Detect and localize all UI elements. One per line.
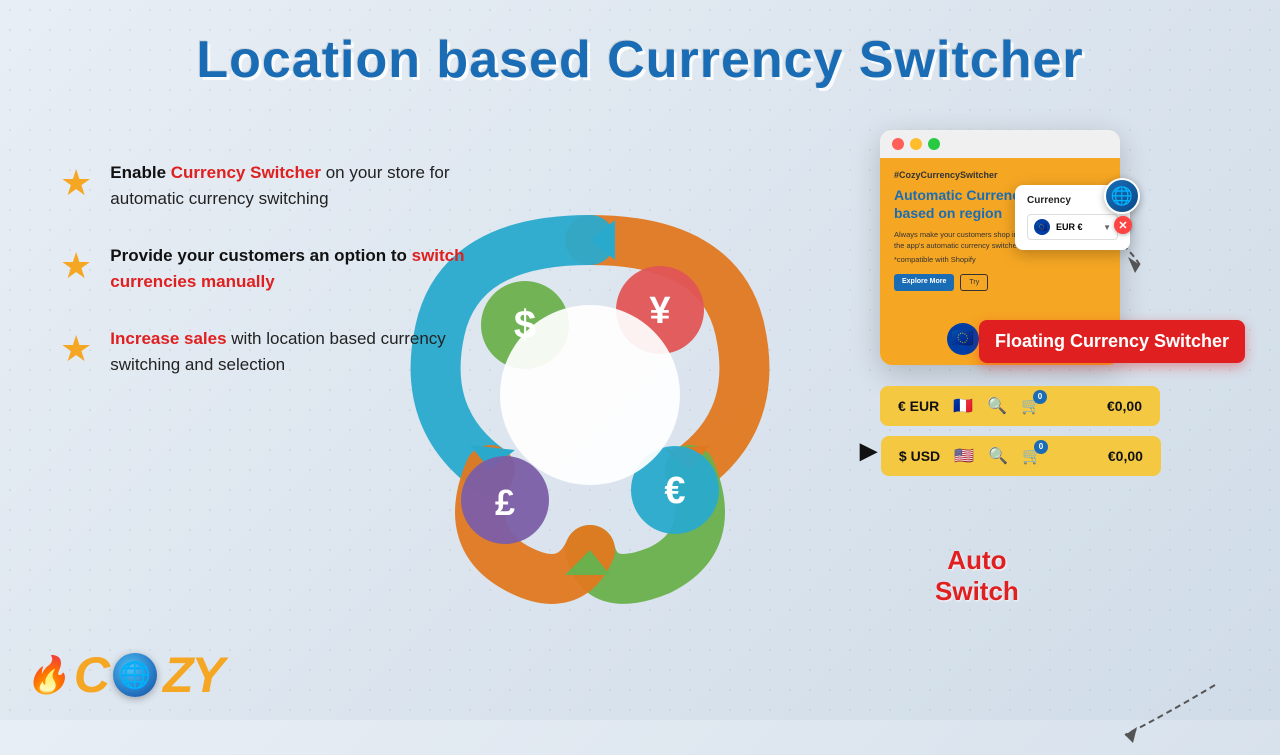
usd-currency-text: $ USD bbox=[899, 448, 940, 464]
right-panel: #CozyCurrencySwitcher Automatic Currency… bbox=[850, 130, 1250, 476]
price-eur: €0,00 bbox=[1107, 398, 1142, 414]
feature-item-3: ★ Increase sales with location based cur… bbox=[60, 326, 490, 377]
feature-highlight-3: Increase sales bbox=[110, 329, 226, 348]
chevron-down-icon: ▼ bbox=[1103, 223, 1111, 232]
eur-currency-bar: € EUR 🇫🇷 🔍 🛒 0 €0,00 bbox=[880, 386, 1160, 426]
feature-text-1: Enable Currency Switcher on your store f… bbox=[110, 160, 490, 211]
browser-dot-green bbox=[928, 138, 940, 150]
logo-text-c: C bbox=[74, 650, 107, 700]
cart-badge-num-eur: 0 bbox=[1033, 390, 1047, 404]
feature-highlight-1: Currency Switcher bbox=[171, 163, 321, 182]
logo-text-zy: ZY bbox=[163, 650, 223, 700]
flag-icon-eur-bar: 🇫🇷 bbox=[953, 396, 973, 416]
currency-select-row[interactable]: 🇪🇺 EUR € ▼ bbox=[1027, 214, 1118, 240]
svg-text:¥: ¥ bbox=[649, 290, 670, 332]
feature-bold-2: Provide your customers an option to bbox=[110, 246, 411, 265]
currency-select-text: EUR € bbox=[1056, 222, 1097, 232]
browser-titlebar bbox=[880, 130, 1120, 158]
usd-currency-bar: $ USD 🇺🇸 🔍 🛒 0 €0,00 bbox=[881, 436, 1161, 476]
feature-bold-1: Enable bbox=[110, 163, 170, 182]
search-icon-usd-bar[interactable]: 🔍 bbox=[988, 446, 1008, 466]
feature-item-1: ★ Enable Currency Switcher on your store… bbox=[60, 160, 490, 211]
cart-badge-usd[interactable]: 🛒 0 bbox=[1022, 446, 1042, 466]
try-button[interactable]: Try bbox=[960, 274, 988, 291]
cart-badge-eur[interactable]: 🛒 0 bbox=[1021, 396, 1041, 416]
globe-icon: 🌐 bbox=[1104, 178, 1140, 214]
search-icon-eur-bar[interactable]: 🔍 bbox=[987, 396, 1007, 416]
browser-hashtag: #CozyCurrencySwitcher bbox=[894, 170, 1106, 180]
floating-currency-switcher-label: Floating Currency Switcher bbox=[979, 320, 1245, 363]
arrow-pointer-icon: ▶ bbox=[860, 438, 877, 464]
svg-text:€: € bbox=[664, 470, 685, 512]
explore-more-button[interactable]: Explore More bbox=[894, 274, 954, 291]
cart-badge-num-usd: 0 bbox=[1034, 440, 1048, 454]
browser-dot-yellow bbox=[910, 138, 922, 150]
logo-globe-icon: 🌐 bbox=[113, 653, 157, 697]
feature-text-3: Increase sales with location based curre… bbox=[110, 326, 490, 377]
eu-flag: 🇪🇺 bbox=[947, 323, 979, 355]
star-icon-2: ★ bbox=[60, 245, 92, 287]
flag-icon-usd-bar: 🇺🇸 bbox=[954, 446, 974, 466]
feature-item-2: ★ Provide your customers an option to sw… bbox=[60, 243, 490, 294]
star-icon-3: ★ bbox=[60, 328, 92, 370]
cozy-logo: 🔥 C 🌐 ZY bbox=[25, 650, 223, 700]
eur-currency-text: € EUR bbox=[898, 398, 939, 414]
usd-bar-row: ▶ $ USD 🇺🇸 🔍 🛒 0 €0,00 bbox=[850, 426, 1250, 476]
page-title: Location based Currency Switcher bbox=[0, 0, 1280, 90]
close-icon[interactable]: ✕ bbox=[1114, 216, 1132, 234]
features-section: ★ Enable Currency Switcher on your store… bbox=[60, 160, 490, 409]
star-icon-1: ★ bbox=[60, 162, 92, 204]
feature-text-2: Provide your customers an option to swit… bbox=[110, 243, 490, 294]
auto-switch-label: AutoSwitch bbox=[935, 545, 1019, 607]
price-usd: €0,00 bbox=[1108, 448, 1143, 464]
browser-dot-red bbox=[892, 138, 904, 150]
logo-flame: 🔥 bbox=[25, 654, 70, 696]
svg-text:£: £ bbox=[495, 482, 515, 523]
dashed-curve-svg bbox=[1115, 675, 1235, 755]
eur-flag-small: 🇪🇺 bbox=[1034, 219, 1050, 235]
